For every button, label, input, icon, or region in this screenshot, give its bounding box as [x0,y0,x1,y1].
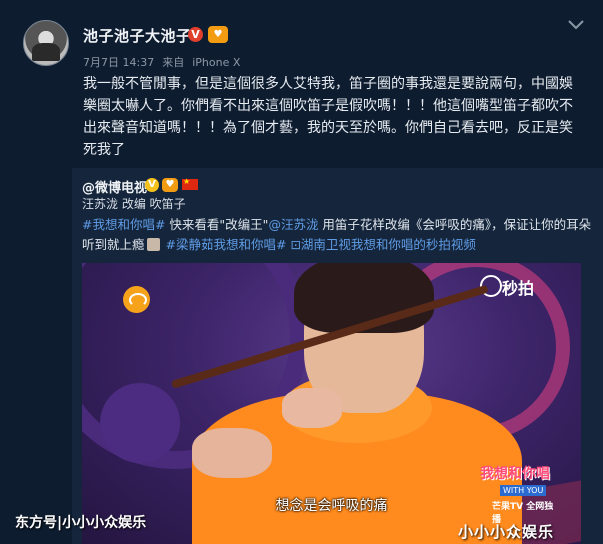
hashtag-link[interactable]: #梁静茹我想和你唱# [166,237,287,252]
video-subtitle: 想念是会呼吸的痛 [275,498,388,514]
hashtag-link[interactable]: #我想和你唱# [82,217,165,232]
video-link[interactable]: 湖南卫视我想和你唱的秒拍视频 [301,237,476,252]
post-source-prefix: 来自 [162,56,185,69]
repost-tags: 汪苏泷 改编 吹笛子 [82,197,186,211]
performer-hand [192,428,272,478]
verified-icon: V [145,178,159,192]
stage-decoration [100,383,180,463]
post-source[interactable]: iPhone X [192,56,240,69]
watermark-left: 东方号|小小小众娱乐 [15,515,147,531]
repost-text-part: 快来看看"改编王" [165,217,269,232]
china-flag-icon [182,177,198,190]
miaopai-brand: 秒拍 [502,279,535,298]
video-player[interactable]: 秒拍 我想和你唱 WITH YOU 芒果TV 全网独播 想念是会呼吸的痛 [82,263,581,544]
emoji-thumb-icon [146,238,160,251]
repost-username[interactable]: @微博电视 [82,177,147,196]
watermark-right: 小小小众娱乐 [458,523,555,541]
post-text: 我一般不管閒事，但是這個很多人艾特我，笛子圈的事我還是要說兩句，中國娛樂圈太嚇人… [83,76,573,158]
fan-badge-icon: ♥ [208,26,228,43]
repost-text: #我想和你唱# 快来看看"改编王"@汪苏泷 用笛子花样改编《会呼吸的痛》，保证让… [82,215,597,255]
post-username[interactable]: 池子池子大池子 [83,25,192,46]
member-badge-icon: ♥ [162,178,178,192]
verified-icon: V [188,27,203,42]
repost-card[interactable]: @微博电视 V ♥ 汪苏泷 改编 吹笛子 #我想和你唱# 快来看看"改编王"@汪… [72,168,603,544]
post-meta: 7月7日 14:37 来自 iPhone X [83,54,248,70]
video-link-icon[interactable]: ⊡ [290,237,300,252]
hunan-tv-logo-icon [123,286,150,313]
chevron-down-icon[interactable] [567,18,585,32]
performer-hand [282,388,342,428]
mention-link[interactable]: @汪苏泷 [268,217,318,232]
show-title: 我想和你唱 [480,466,550,482]
post-date: 7月7日 14:37 [83,56,155,69]
weibo-post: 池子池子大池子 V ♥ 7月7日 14:37 来自 iPhone X 我一般不管閒事… [0,0,603,544]
user-avatar[interactable] [23,20,69,66]
